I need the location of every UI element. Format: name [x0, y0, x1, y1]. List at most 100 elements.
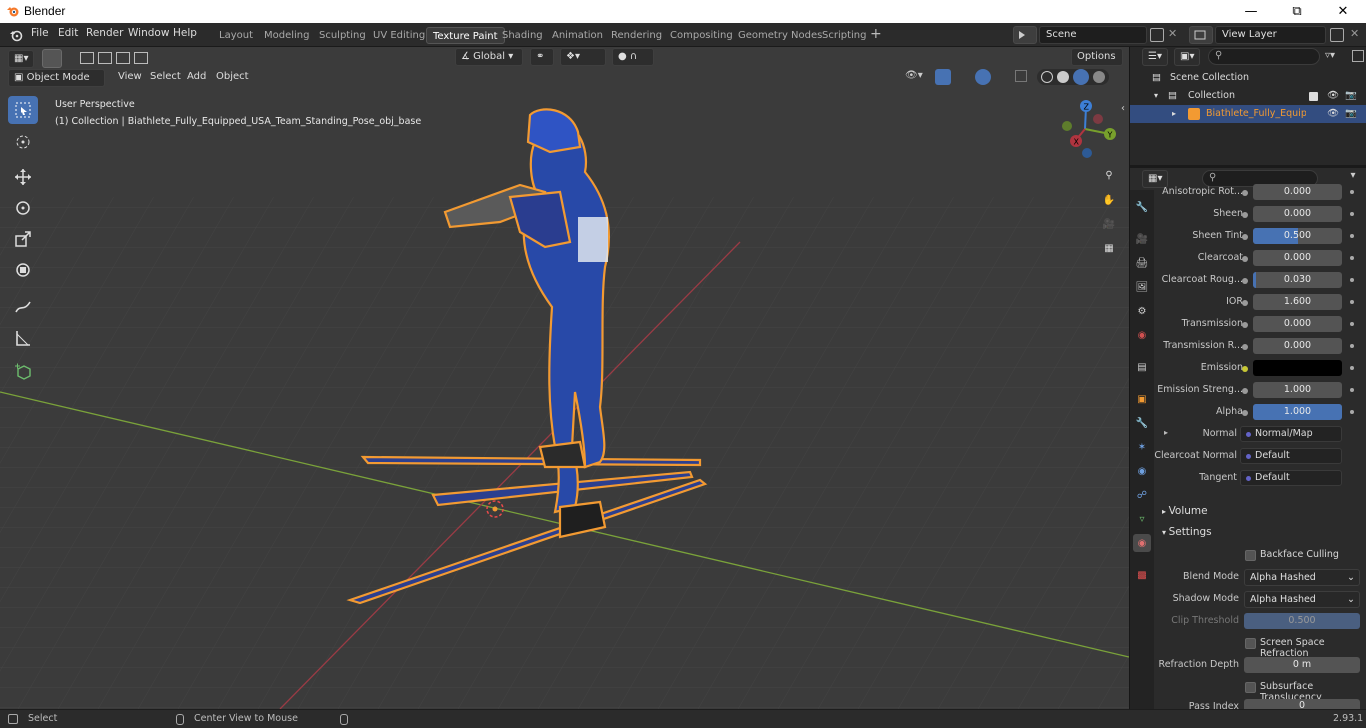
settings-section-header[interactable]: ▾ Settings [1154, 522, 1366, 542]
tab-rendering[interactable]: Rendering [605, 27, 668, 44]
blend-mode-dropdown[interactable]: Alpha Hashed ⌄ [1244, 569, 1360, 586]
refraction-depth-field[interactable]: 0 m [1244, 657, 1360, 673]
select-intersect-icon[interactable] [134, 52, 148, 64]
expand-icon[interactable]: ▸ [1172, 105, 1176, 123]
keyframe-dot-icon[interactable] [1350, 256, 1354, 260]
outliner[interactable]: ☰▾ ▣▾ ⚲ ▿▾ ▤ Scene Collection ▾ ▤ Collec… [1130, 47, 1366, 165]
tab-compositing[interactable]: Compositing [664, 27, 739, 44]
outliner-row-object[interactable]: ▸ Biathlete_Fully_Equipped_USA_Team_Stan… [1130, 105, 1366, 123]
pivot-point-button[interactable]: ⚭ [530, 48, 554, 66]
outliner-editor-type[interactable]: ☰▾ [1142, 48, 1168, 66]
property-value-field[interactable]: 1.000 [1253, 382, 1342, 398]
transform-tool[interactable] [8, 256, 38, 284]
property-value-field[interactable]: 0.500 [1253, 228, 1342, 244]
volume-section-header[interactable]: ▸ Volume [1154, 501, 1366, 521]
keyframe-dot-icon[interactable] [1350, 344, 1354, 348]
object-render-icon[interactable]: 📷 [1345, 105, 1357, 123]
property-value-field[interactable]: 0.000 [1253, 316, 1342, 332]
visibility-icon[interactable]: 👁▾ [905, 70, 929, 86]
data-tab-icon[interactable]: ▿ [1133, 510, 1151, 528]
keyframe-dot-icon[interactable] [1350, 388, 1354, 392]
keyframe-dot-icon[interactable] [1350, 410, 1354, 414]
outliner-row-collection[interactable]: ▾ ▤ Collection 👁 📷 [1130, 87, 1366, 105]
socket-icon[interactable] [1242, 190, 1248, 196]
new-collection-icon[interactable] [1352, 50, 1364, 62]
xray-toggle-icon[interactable] [1015, 70, 1027, 82]
gizmo-neg-z[interactable] [1082, 148, 1092, 158]
material-tab-icon[interactable]: ◉ [1133, 534, 1151, 552]
tab-sculpting[interactable]: Sculpting [313, 27, 372, 44]
select-subtract-icon[interactable] [116, 52, 130, 64]
move-tool[interactable] [8, 163, 38, 191]
camera-view-icon[interactable]: 🎥 [1098, 214, 1120, 236]
keyframe-dot-icon[interactable] [1350, 234, 1354, 238]
scene-browse-button[interactable] [1013, 26, 1037, 44]
keyframe-dot-icon[interactable] [1350, 278, 1354, 282]
socket-icon[interactable] [1242, 388, 1248, 394]
shading-mode-buttons[interactable] [1037, 69, 1109, 85]
property-value-field[interactable]: 0.000 [1253, 206, 1342, 222]
close-window-button[interactable]: ✕ [1320, 0, 1366, 23]
keyframe-dot-icon[interactable] [1350, 300, 1354, 304]
gizmo-neg-y[interactable] [1062, 121, 1072, 131]
backface-culling-checkbox[interactable] [1245, 550, 1256, 561]
ssr-checkbox[interactable] [1245, 638, 1256, 649]
viewport-menu-view[interactable]: View [118, 71, 142, 82]
select-extend-icon[interactable] [98, 52, 112, 64]
outliner-search-input[interactable]: ⚲ [1208, 48, 1320, 65]
render-camera-icon[interactable]: 📷 [1345, 87, 1357, 105]
subsurface-row[interactable]: Subsurface Translucency [1154, 678, 1366, 703]
backface-culling-row[interactable]: Backface Culling [1154, 546, 1366, 566]
scale-tool[interactable] [8, 225, 38, 253]
view-layer-field[interactable]: View Layer [1215, 26, 1326, 44]
keyframe-dot-icon[interactable] [1350, 366, 1354, 370]
tab-geometry-nodes[interactable]: Geometry Nodes [732, 27, 828, 44]
menu-render[interactable]: Render [86, 27, 123, 39]
socket-icon[interactable] [1242, 212, 1248, 218]
menu-file[interactable]: File [31, 27, 49, 39]
select-box-tool[interactable] [8, 96, 38, 124]
menu-window[interactable]: Window [128, 27, 169, 39]
snap-button[interactable]: ❖▾ [560, 48, 606, 66]
gizmo-toggle-icon[interactable] [935, 69, 951, 85]
socket-icon[interactable] [1242, 300, 1248, 306]
socket-icon[interactable] [1242, 234, 1248, 240]
sidebar-toggle-icon[interactable]: ‹ [1121, 103, 1125, 114]
minimize-button[interactable]: — [1228, 0, 1274, 23]
collapse-icon[interactable]: ▾ [1154, 87, 1158, 105]
blender-menu-icon[interactable] [9, 28, 23, 42]
property-value-field[interactable]: 0.000 [1253, 184, 1342, 200]
transform-orientation-dropdown[interactable]: ∡ Global ▾ [455, 48, 523, 66]
editor-type-button[interactable]: ▦▾ [8, 50, 34, 68]
ssr-row[interactable]: Screen Space Refraction [1154, 634, 1366, 659]
socket-link-field[interactable]: Normal/Map [1240, 426, 1342, 442]
menu-edit[interactable]: Edit [58, 27, 78, 39]
navigation-gizmo[interactable]: Z Y X [1055, 97, 1120, 159]
delete-scene-icon[interactable]: ✕ [1168, 27, 1177, 40]
keyframe-dot-icon[interactable] [1350, 212, 1354, 216]
tab-layout[interactable]: Layout [213, 27, 259, 44]
outliner-row-scene-collection[interactable]: ▤ Scene Collection [1130, 69, 1366, 87]
texture-tab-icon[interactable]: ▩ [1133, 566, 1151, 584]
select-mode-buttons[interactable] [78, 50, 162, 66]
property-value-field[interactable]: 0.030 [1253, 272, 1342, 288]
3d-viewport[interactable]: ▦▾ ∡ Global ▾ ⚭ ❖▾ ● ∩ Options ▾ ▣ Objec… [0, 47, 1129, 709]
keyframe-dot-icon[interactable] [1350, 322, 1354, 326]
viewport-menu-add[interactable]: Add [187, 71, 206, 82]
tool-select-indicator[interactable] [42, 49, 62, 68]
keyframe-dot-icon[interactable] [1350, 190, 1354, 194]
ortho-toggle-icon[interactable]: ▦ [1098, 238, 1120, 260]
solid-shading-icon[interactable] [1057, 71, 1069, 83]
object-mode-dropdown[interactable]: ▣ Object Mode [8, 69, 105, 87]
property-value-field[interactable]: 0.000 [1253, 250, 1342, 266]
wireframe-shading-icon[interactable] [1041, 71, 1053, 83]
zoom-view-icon[interactable]: ⚲ [1098, 165, 1120, 187]
color-swatch[interactable] [1253, 360, 1342, 376]
tab-shading[interactable]: Shading [496, 27, 549, 44]
gizmo-neg-x[interactable] [1093, 114, 1103, 124]
select-new-icon[interactable] [80, 52, 94, 64]
measure-tool[interactable] [8, 324, 38, 352]
new-view-layer-icon[interactable] [1330, 28, 1344, 42]
object-visibility-eye-icon[interactable]: 👁 [1327, 105, 1339, 123]
viewport-menu-object[interactable]: Object [216, 71, 249, 82]
